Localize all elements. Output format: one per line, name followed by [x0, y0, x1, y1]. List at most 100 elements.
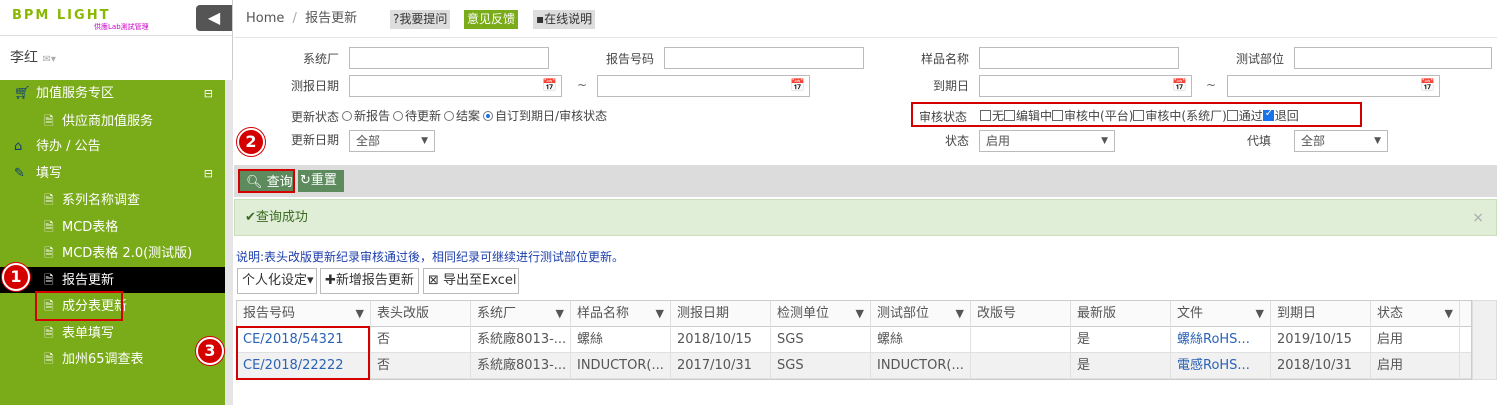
- table-cell: 2017/10/31: [671, 353, 771, 379]
- collapse-toggle-icon[interactable]: ⊟: [204, 161, 213, 188]
- update-status-option[interactable]: 新报告: [339, 109, 390, 123]
- sidebar-item-7[interactable]: 🗎 报告更新: [0, 266, 233, 293]
- vendor-input[interactable]: [349, 47, 549, 69]
- column-header[interactable]: 表头改版: [371, 301, 471, 327]
- update-status-option[interactable]: 结案: [441, 109, 480, 123]
- doc-icon: 🗎: [44, 193, 54, 207]
- column-header[interactable]: 状态 ▼: [1371, 301, 1460, 327]
- expire-date-start-input[interactable]: 📅: [979, 75, 1192, 97]
- radio-button[interactable]: [393, 111, 404, 121]
- checkbox[interactable]: [1052, 110, 1064, 121]
- sidebar-item-10[interactable]: 🗎 加州65调查表: [0, 346, 225, 373]
- sample-name-input[interactable]: [979, 47, 1179, 69]
- collapse-toggle-icon[interactable]: ⊟: [204, 81, 213, 108]
- filter-icon[interactable]: ▼: [556, 301, 564, 327]
- reset-button[interactable]: ↻重置: [298, 170, 344, 192]
- filter-icon[interactable]: ▼: [956, 301, 964, 327]
- filter-icon[interactable]: ▼: [856, 301, 864, 327]
- calendar-icon[interactable]: 📅: [790, 78, 805, 92]
- sidebar-item-0[interactable]: 🛒︎ 加值服务专区 ⊟: [0, 81, 225, 108]
- sidebar-item-3[interactable]: ✎ 填写 ⊟: [0, 161, 225, 188]
- radio-button[interactable]: [444, 111, 455, 121]
- breadcrumb-separator: /: [292, 11, 297, 26]
- feedback-button[interactable]: 意见反馈: [464, 10, 519, 29]
- calendar-icon[interactable]: 📅: [542, 78, 557, 92]
- column-header[interactable]: 文件 ▼: [1171, 301, 1271, 327]
- breadcrumb-home[interactable]: Home: [246, 11, 284, 26]
- test-date-end-input[interactable]: 📅: [597, 75, 810, 97]
- filter-icon[interactable]: ▼: [656, 301, 664, 327]
- column-header[interactable]: 改版号: [971, 301, 1071, 327]
- sidebar-item-4[interactable]: 🗎 系列名称调查: [0, 187, 225, 214]
- test-date-start-input[interactable]: 📅: [349, 75, 562, 97]
- sidebar-item-label: 填写: [36, 165, 63, 181]
- checkbox[interactable]: [1004, 110, 1016, 121]
- calendar-icon[interactable]: 📅: [1420, 78, 1435, 92]
- column-header[interactable]: 样品名称 ▼: [571, 301, 671, 327]
- filter-icon[interactable]: ▼: [1256, 301, 1264, 327]
- audit-status-option[interactable]: 编辑中: [1004, 109, 1052, 123]
- file-link[interactable]: 螺絲RoHS...: [1171, 327, 1271, 353]
- checkbox[interactable]: [1262, 108, 1274, 121]
- sidebar-scrollbar[interactable]: [225, 80, 233, 405]
- checkbox[interactable]: [980, 110, 991, 121]
- collapse-sidebar-button[interactable]: ◀: [196, 5, 232, 31]
- audit-status-option[interactable]: 无: [980, 109, 1004, 123]
- filter-icon[interactable]: ▼: [1445, 301, 1453, 327]
- radio-button[interactable]: [342, 111, 352, 121]
- app-logo[interactable]: BPM LIGHT 供應Lab測試管理: [12, 8, 172, 31]
- sidebar-item-9[interactable]: 🗎 表单填写: [0, 320, 225, 347]
- proxy-select[interactable]: 全部 ▼: [1294, 130, 1388, 152]
- chevron-down-icon: ▼: [1374, 136, 1381, 146]
- user-name: 李红: [10, 50, 38, 66]
- user-menu[interactable]: 李红 ✉▾: [0, 36, 232, 80]
- radio-button[interactable]: [483, 111, 494, 121]
- proxy-label: 代填: [1246, 134, 1271, 148]
- checkbox[interactable]: [1226, 110, 1238, 121]
- cart-icon: 🛒︎: [14, 86, 31, 101]
- audit-status-option[interactable]: 审核中(系统厂): [1133, 109, 1227, 123]
- test-dept-input[interactable]: [1294, 47, 1492, 69]
- add-report-button[interactable]: ✚新增报告更新: [320, 268, 419, 294]
- table-cell: 系統廠8013-...: [471, 327, 571, 353]
- column-header[interactable]: 检测单位 ▼: [771, 301, 871, 327]
- sidebar-item-1[interactable]: 🗎 供应商加值服务: [0, 108, 225, 135]
- grid-scrollbar[interactable]: [1472, 300, 1497, 380]
- doc-icon: 🗎: [44, 219, 54, 234]
- personalize-button[interactable]: 个人化设定▾: [237, 268, 317, 294]
- table-row[interactable]: CE/2018/22222 否系統廠8013-... INDUCTOR(... 201…: [237, 353, 1471, 379]
- column-header[interactable]: 测报日期: [671, 301, 771, 327]
- table-cell: 启用: [1371, 353, 1460, 379]
- update-date-select[interactable]: 全部 ▼: [349, 130, 435, 152]
- update-status-option[interactable]: 自订到期日/审核状态: [480, 109, 607, 123]
- expire-date-end-input[interactable]: 📅: [1227, 75, 1440, 97]
- sidebar-item-6[interactable]: 🗎 MCD表格 2.0(测试版): [0, 240, 225, 267]
- file-link[interactable]: 電感RoHS...: [1171, 353, 1271, 379]
- table-cell: 是: [1071, 353, 1171, 379]
- close-alert-icon[interactable]: ×: [1472, 200, 1484, 236]
- column-header[interactable]: 到期日: [1271, 301, 1371, 327]
- audit-status-option[interactable]: 退回: [1262, 108, 1299, 123]
- sidebar-item-5[interactable]: 🗎 MCD表格: [0, 214, 225, 241]
- column-header[interactable]: 最新版: [1071, 301, 1171, 327]
- calendar-icon[interactable]: 📅: [1172, 78, 1187, 92]
- export-excel-button[interactable]: ⊠ 导出至Excel: [423, 268, 519, 294]
- chevron-down-icon: ▼: [1101, 136, 1108, 146]
- checkbox[interactable]: [1133, 110, 1145, 121]
- filter-icon[interactable]: ▼: [356, 301, 364, 327]
- column-header[interactable]: 报告号码 ▼: [237, 301, 371, 327]
- search-button[interactable]: 🔍︎ 查询: [238, 169, 295, 193]
- chevron-down-icon: ▼: [421, 136, 428, 146]
- column-header[interactable]: 系统厂 ▼: [471, 301, 571, 327]
- column-header[interactable]: 测试部位 ▼: [871, 301, 971, 327]
- test-dept-label: 测试部位: [1235, 52, 1284, 66]
- audit-status-option[interactable]: 审核中(平台): [1052, 109, 1133, 123]
- online-help-button[interactable]: ▪在线说明: [533, 10, 596, 29]
- table-row[interactable]: CE/2018/54321 否系統廠8013-... 螺絲 2018/10/15 SGS…: [237, 327, 1471, 353]
- ask-question-button[interactable]: ?我要提问: [390, 10, 451, 29]
- report-no-input[interactable]: [664, 47, 864, 69]
- sidebar-item-2[interactable]: ⌂ 待办 / 公告: [0, 134, 225, 161]
- update-status-option[interactable]: 待更新: [390, 109, 441, 123]
- audit-status-option[interactable]: 通过: [1226, 109, 1263, 123]
- status-select[interactable]: 启用 ▼: [979, 130, 1115, 152]
